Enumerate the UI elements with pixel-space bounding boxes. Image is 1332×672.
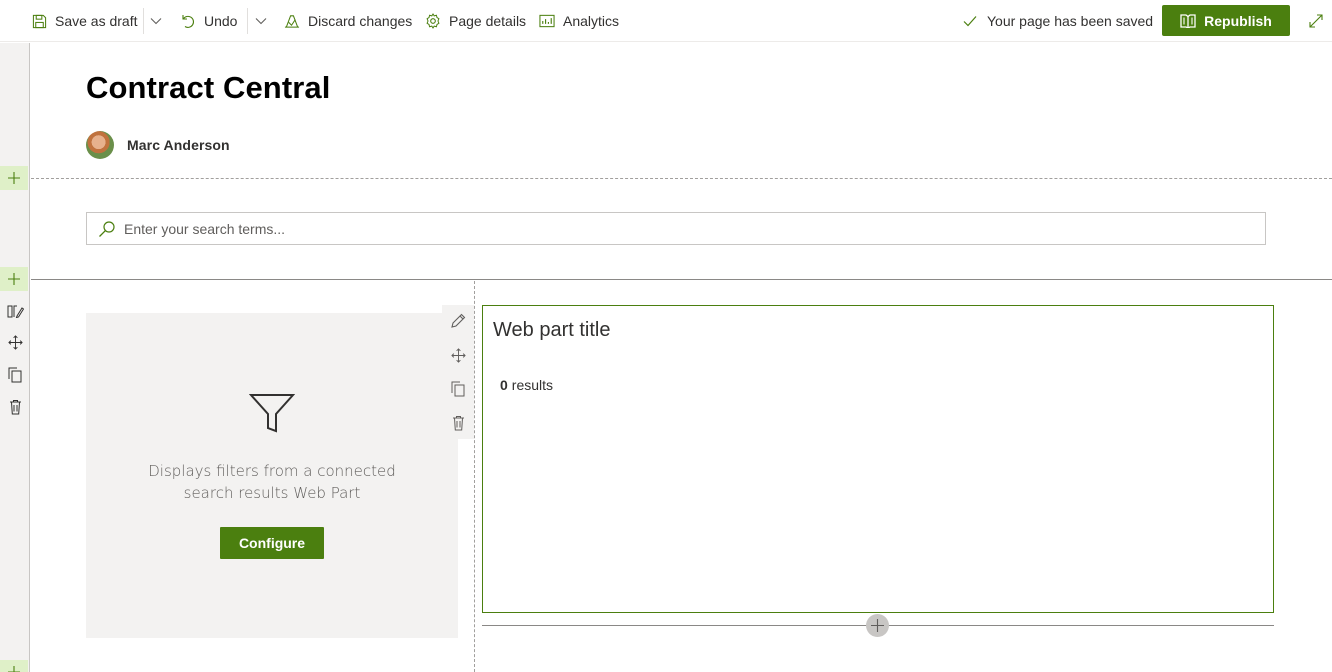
chevron-down-icon	[255, 18, 267, 25]
duplicate-section-button[interactable]	[4, 364, 26, 386]
expand-icon	[1309, 14, 1323, 28]
undo-options-chevron[interactable]	[251, 0, 271, 42]
toolbar-divider	[143, 8, 144, 34]
duplicate-webpart-button[interactable]	[448, 379, 468, 399]
webpart-title[interactable]: Web part title	[493, 319, 610, 342]
webpart-toolbar	[442, 305, 474, 439]
author-name[interactable]: Marc Anderson	[127, 137, 230, 153]
gear-icon	[425, 13, 441, 29]
configure-button[interactable]: Configure	[220, 527, 324, 559]
undo-button[interactable]: Undo	[180, 0, 237, 42]
save-status-text: Your page has been saved	[987, 13, 1154, 29]
edit-section-button[interactable]	[4, 300, 26, 322]
results-count-number: 0	[500, 377, 508, 393]
save-icon	[31, 13, 47, 29]
results-count: 0 results	[500, 377, 553, 393]
plus-icon	[871, 619, 884, 632]
undo-icon	[180, 13, 196, 29]
move-webpart-button[interactable]	[448, 345, 468, 365]
edit-section-icon	[7, 305, 24, 318]
add-webpart-button[interactable]	[866, 614, 889, 637]
command-bar: Save as draft Undo Discard changes Page …	[0, 0, 1332, 42]
search-box[interactable]	[86, 212, 1266, 245]
add-section-button[interactable]	[0, 267, 28, 291]
save-as-draft-label: Save as draft	[55, 13, 138, 29]
page-details-label: Page details	[449, 13, 527, 29]
author-byline: Marc Anderson	[86, 131, 230, 159]
trash-icon	[9, 400, 21, 415]
analytics-button[interactable]: Analytics	[539, 0, 619, 42]
page-title[interactable]: Contract Central	[86, 70, 330, 106]
save-options-chevron[interactable]	[146, 0, 166, 42]
chevron-down-icon	[150, 18, 162, 25]
add-section-button[interactable]	[0, 166, 28, 190]
page-details-button[interactable]: Page details	[425, 0, 526, 42]
move-icon	[7, 334, 23, 350]
expand-button[interactable]	[1306, 11, 1326, 31]
check-icon	[963, 15, 979, 27]
plus-icon	[8, 172, 20, 184]
book-icon	[1180, 13, 1196, 28]
filter-description-line2: search results Web Part	[183, 484, 361, 502]
delete-section-button[interactable]	[4, 396, 26, 418]
discard-icon	[284, 13, 300, 29]
column-divider	[474, 281, 475, 672]
trash-icon	[452, 416, 464, 431]
analytics-label: Analytics	[563, 13, 620, 29]
avatar[interactable]	[86, 131, 114, 159]
copy-icon	[8, 367, 22, 383]
filter-description-line1: Displays filters from a connected	[148, 462, 396, 480]
search-icon	[98, 220, 116, 238]
add-section-button[interactable]	[0, 660, 28, 672]
section-rail	[0, 43, 30, 672]
copy-icon	[451, 381, 465, 397]
search-input[interactable]	[124, 220, 1224, 237]
analytics-icon	[539, 13, 555, 29]
section-divider	[31, 178, 1332, 179]
republish-button[interactable]: Republish	[1162, 5, 1290, 36]
republish-label: Republish	[1204, 12, 1272, 29]
search-filters-webpart[interactable]: Displays filters from a connected search…	[86, 313, 458, 638]
section-border	[31, 279, 1332, 280]
filter-description: Displays filters from a connected search…	[86, 460, 458, 504]
plus-icon	[8, 666, 20, 672]
edit-webpart-button[interactable]	[448, 311, 468, 331]
filter-icon	[248, 393, 296, 438]
search-results-webpart[interactable]: Web part title 0 results	[482, 305, 1274, 613]
discard-changes-button[interactable]: Discard changes	[284, 0, 412, 42]
toolbar-divider	[247, 8, 248, 34]
move-icon	[450, 347, 466, 363]
undo-label: Undo	[204, 13, 238, 29]
plus-icon	[8, 273, 20, 285]
delete-webpart-button[interactable]	[448, 413, 468, 433]
save-as-draft-button[interactable]: Save as draft	[31, 0, 138, 42]
discard-changes-label: Discard changes	[308, 13, 413, 29]
pencil-icon	[451, 313, 466, 328]
move-section-button[interactable]	[4, 331, 26, 353]
results-count-label: results	[511, 377, 554, 393]
save-status: Your page has been saved	[963, 0, 1153, 42]
